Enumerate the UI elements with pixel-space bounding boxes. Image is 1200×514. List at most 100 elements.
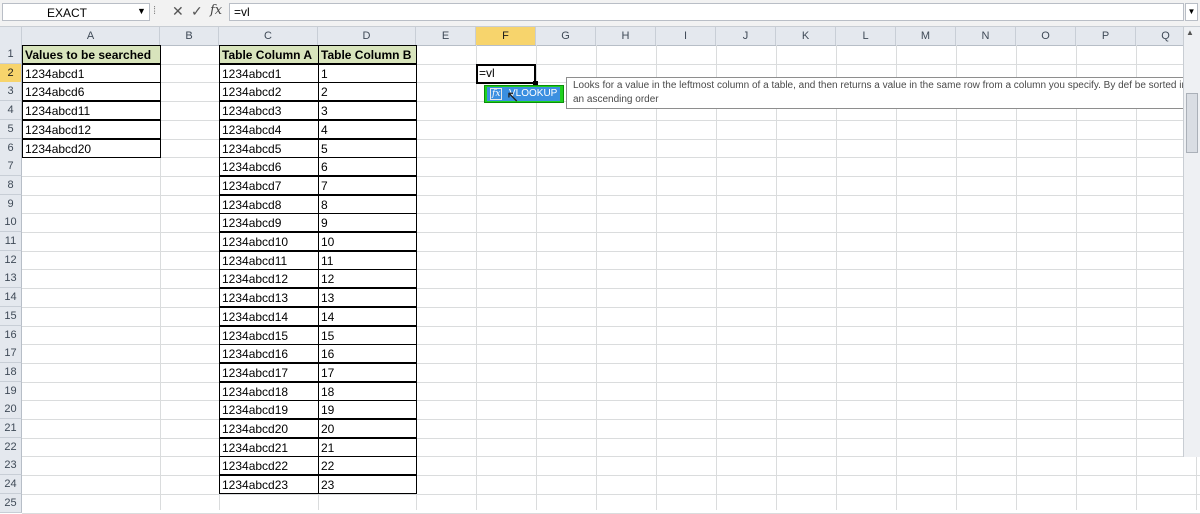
table-column-b-cell[interactable]: 17 <box>318 362 417 382</box>
table-column-a-cell[interactable]: 1234abcd9 <box>219 213 319 233</box>
chevron-down-icon[interactable]: ▼ <box>137 6 146 16</box>
table-column-b-cell[interactable]: 7 <box>318 175 417 195</box>
autocomplete-item-vlookup[interactable]: fx VLOOKUP <box>487 87 560 101</box>
table-column-a-cell[interactable]: 1234abcd23 <box>219 475 319 495</box>
row-header-7[interactable]: 7 <box>0 157 22 177</box>
table-column-b-cell[interactable]: 2 <box>318 82 417 102</box>
row-header-10[interactable]: 10 <box>0 213 22 233</box>
formula-input[interactable]: =vl <box>229 3 1184 21</box>
table-column-b-cell[interactable]: 11 <box>318 250 417 270</box>
column-header-i[interactable]: I <box>656 27 716 45</box>
table-column-a-cell[interactable]: 1234abcd4 <box>219 119 319 139</box>
active-cell-f2[interactable]: =vl <box>476 64 536 84</box>
table-column-b-cell[interactable]: 12 <box>318 269 417 289</box>
row-header-11[interactable]: 11 <box>0 232 22 251</box>
table-column-a-cell[interactable]: 1234abcd19 <box>219 400 319 420</box>
table-column-a-cell[interactable]: 1234abcd15 <box>219 325 319 345</box>
row-header-3[interactable]: 3 <box>0 82 22 102</box>
table-column-b-cell[interactable]: 5 <box>318 138 417 158</box>
row-header-8[interactable]: 8 <box>0 175 22 195</box>
scroll-thumb[interactable] <box>1186 93 1198 153</box>
table-column-a-cell[interactable]: 1234abcd7 <box>219 175 319 195</box>
table-column-a-cell[interactable]: 1234abcd3 <box>219 101 319 121</box>
table-column-b-cell[interactable]: 22 <box>318 456 417 476</box>
column-header-e[interactable]: E <box>416 27 476 45</box>
table-column-a-cell[interactable]: 1234abcd16 <box>219 344 319 364</box>
row-header-23[interactable]: 23 <box>0 456 22 476</box>
row-header-24[interactable]: 24 <box>0 475 22 495</box>
column-header-n[interactable]: N <box>956 27 1016 45</box>
table-column-b-cell[interactable]: 3 <box>318 101 417 121</box>
table-column-b-cell[interactable]: 13 <box>318 288 417 308</box>
row-header-15[interactable]: 15 <box>0 306 22 326</box>
table-column-b-cell[interactable]: 6 <box>318 157 417 177</box>
worksheet-grid[interactable] <box>22 45 1200 514</box>
table-column-a-cell[interactable]: 1234abcd18 <box>219 381 319 401</box>
row-header-18[interactable]: 18 <box>0 362 22 382</box>
cancel-icon[interactable]: ✕ <box>172 3 184 20</box>
table-column-b-cell[interactable]: 21 <box>318 437 417 457</box>
row-header-5[interactable]: 5 <box>0 119 22 139</box>
table-column-a-cell[interactable]: 1234abcd1 <box>219 63 319 83</box>
row-header-14[interactable]: 14 <box>0 288 22 308</box>
function-autocomplete[interactable]: fx VLOOKUP <box>484 85 564 103</box>
column-header-a[interactable]: A <box>22 27 160 45</box>
table-column-b-cell[interactable]: 4 <box>318 119 417 139</box>
row-header-12[interactable]: 12 <box>0 250 22 270</box>
table-column-b-cell[interactable]: 15 <box>318 325 417 345</box>
table-column-a-cell[interactable]: 1234abcd20 <box>219 419 319 438</box>
row-header-1[interactable]: 1 <box>0 45 22 64</box>
search-value-cell[interactable]: 1234abcd20 <box>22 138 161 158</box>
table-column-a-cell[interactable]: 1234abcd5 <box>219 138 319 158</box>
expand-formula-bar-icon[interactable]: ▼ <box>1185 3 1198 21</box>
table-column-a-cell[interactable]: 1234abcd13 <box>219 288 319 308</box>
table-column-a-cell[interactable]: 1234abcd21 <box>219 437 319 457</box>
header-table-column-b[interactable]: Table Column B <box>318 45 417 64</box>
row-header-6[interactable]: 6 <box>0 138 22 158</box>
column-header-j[interactable]: J <box>716 27 776 45</box>
table-column-b-cell[interactable]: 23 <box>318 475 417 495</box>
insert-function-icon[interactable]: fx <box>210 3 222 18</box>
column-header-c[interactable]: C <box>219 27 318 45</box>
table-column-b-cell[interactable]: 1 <box>318 63 417 83</box>
scroll-up-icon[interactable]: ▲ <box>1186 28 1194 37</box>
table-column-a-cell[interactable]: 1234abcd2 <box>219 82 319 102</box>
table-column-b-cell[interactable]: 18 <box>318 381 417 401</box>
header-values-to-be-searched[interactable]: Values to be searched <box>22 45 161 64</box>
column-header-f[interactable]: F <box>476 27 536 45</box>
row-header-9[interactable]: 9 <box>0 194 22 214</box>
row-header-13[interactable]: 13 <box>0 269 22 289</box>
row-header-16[interactable]: 16 <box>0 325 22 345</box>
table-column-a-cell[interactable]: 1234abcd8 <box>219 194 319 214</box>
row-header-4[interactable]: 4 <box>0 101 22 121</box>
table-column-b-cell[interactable]: 8 <box>318 194 417 214</box>
column-header-o[interactable]: O <box>1016 27 1076 45</box>
table-column-a-cell[interactable]: 1234abcd12 <box>219 269 319 289</box>
table-column-b-cell[interactable]: 10 <box>318 232 417 251</box>
table-column-a-cell[interactable]: 1234abcd11 <box>219 250 319 270</box>
header-table-column-a[interactable]: Table Column A <box>219 45 319 64</box>
column-header-p[interactable]: P <box>1076 27 1136 45</box>
table-column-a-cell[interactable]: 1234abcd22 <box>219 456 319 476</box>
enter-icon[interactable]: ✓ <box>191 3 203 20</box>
vertical-scrollbar[interactable]: ▲ <box>1183 27 1200 457</box>
row-header-17[interactable]: 17 <box>0 344 22 364</box>
table-column-b-cell[interactable]: 14 <box>318 306 417 326</box>
select-all-corner[interactable] <box>0 27 22 45</box>
name-box[interactable]: EXACT ▼ <box>2 3 150 21</box>
table-column-b-cell[interactable]: 19 <box>318 400 417 420</box>
search-value-cell[interactable]: 1234abcd12 <box>22 119 161 139</box>
column-header-h[interactable]: H <box>596 27 656 45</box>
column-header-m[interactable]: M <box>896 27 956 45</box>
table-column-b-cell[interactable]: 16 <box>318 344 417 364</box>
table-column-b-cell[interactable]: 20 <box>318 419 417 438</box>
table-column-b-cell[interactable]: 9 <box>318 213 417 233</box>
search-value-cell[interactable]: 1234abcd11 <box>22 101 161 121</box>
row-header-22[interactable]: 22 <box>0 437 22 457</box>
table-column-a-cell[interactable]: 1234abcd14 <box>219 306 319 326</box>
row-header-2[interactable]: 2 <box>0 63 22 83</box>
table-column-a-cell[interactable]: 1234abcd6 <box>219 157 319 177</box>
row-header-19[interactable]: 19 <box>0 381 22 401</box>
row-header-21[interactable]: 21 <box>0 419 22 438</box>
column-header-b[interactable]: B <box>160 27 219 45</box>
